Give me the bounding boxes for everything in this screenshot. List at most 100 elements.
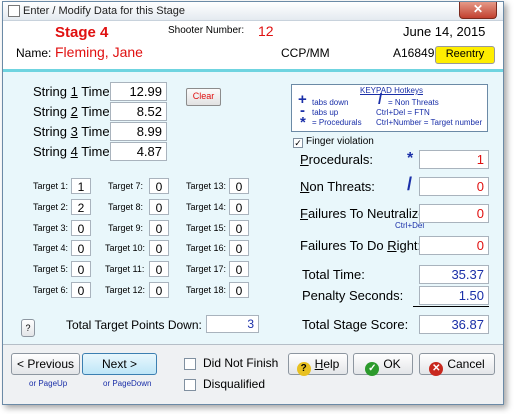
target-label: Target 3: bbox=[33, 223, 69, 233]
close-button[interactable]: ✕ bbox=[459, 2, 497, 19]
target-input[interactable]: 0 bbox=[71, 282, 91, 298]
ftdr-label: Failures To Do Right: bbox=[300, 238, 422, 253]
target-label: Target 2: bbox=[33, 202, 69, 212]
ctrl-del-desc: Ctrl+Del = FTN bbox=[376, 108, 430, 117]
target-input[interactable]: 0 bbox=[149, 178, 169, 194]
shooter-name: Fleming, Jane bbox=[55, 44, 143, 60]
non-threats-key-icon: / bbox=[407, 174, 413, 194]
target-label: Target 4: bbox=[33, 243, 69, 253]
string-1-label: String 1 Time: bbox=[33, 84, 114, 99]
ftn-input[interactable]: 0 bbox=[419, 204, 489, 223]
ftdr-input[interactable]: 0 bbox=[419, 236, 489, 255]
total-stage-score-label: Total Stage Score: bbox=[302, 317, 409, 332]
string-3-time-input[interactable]: 8.99 bbox=[110, 122, 167, 141]
target-label: Target 6: bbox=[33, 285, 69, 295]
cancel-icon: ✕ bbox=[429, 362, 444, 376]
target-label: Target 18: bbox=[186, 285, 227, 295]
clear-button[interactable]: Clear bbox=[186, 88, 221, 106]
string-2-time-input[interactable]: 8.52 bbox=[110, 102, 167, 121]
finger-violation-checkbox[interactable]: ✓ bbox=[293, 138, 303, 148]
penalty-seconds-label: Penalty Seconds: bbox=[302, 288, 404, 303]
procedurals-label: Procedurals: bbox=[300, 152, 373, 167]
disqualified-checkbox[interactable] bbox=[184, 379, 196, 391]
total-time-value: 35.37 bbox=[419, 265, 489, 284]
target-input[interactable]: 2 bbox=[71, 199, 91, 215]
target-label: Target 8: bbox=[108, 202, 144, 212]
target-label: Target 7: bbox=[108, 181, 144, 191]
target-input[interactable]: 0 bbox=[149, 199, 169, 215]
next-hint: or PageDown bbox=[103, 379, 152, 388]
target-label: Target 17: bbox=[186, 264, 227, 274]
app-icon bbox=[8, 5, 20, 17]
slash-key-icon: / bbox=[378, 91, 383, 108]
string-3-label: String 3 Time: bbox=[33, 124, 114, 139]
help-small-button[interactable]: ? bbox=[21, 319, 35, 337]
string-4-label: String 4 Time: bbox=[33, 144, 114, 159]
previous-button[interactable]: < Previous bbox=[11, 353, 80, 375]
target-input[interactable]: 0 bbox=[229, 199, 249, 215]
total-time-label: Total Time: bbox=[302, 267, 365, 282]
window-title: Enter / Modify Data for this Stage bbox=[23, 5, 186, 17]
reentry-button[interactable]: Reentry bbox=[435, 46, 495, 64]
shooter-number-label: Shooter Number: bbox=[168, 25, 245, 36]
procedurals-input[interactable]: 1 bbox=[419, 150, 489, 169]
total-target-points-label: Total Target Points Down: bbox=[66, 318, 202, 332]
slash-desc: = Non Threats bbox=[388, 98, 439, 107]
match-date: June 14, 2015 bbox=[403, 24, 486, 39]
target-input[interactable]: 0 bbox=[149, 240, 169, 256]
plus-desc: tabs down bbox=[312, 98, 349, 107]
target-label: Target 11: bbox=[105, 264, 145, 274]
target-label: Target 9: bbox=[108, 223, 144, 233]
target-label: Target 10: bbox=[105, 243, 146, 253]
string-2-label: String 2 Time: bbox=[33, 104, 114, 119]
string-1-time-input[interactable]: 12.99 bbox=[110, 82, 167, 101]
string-4-time-input[interactable]: 4.87 bbox=[110, 142, 167, 161]
target-input[interactable]: 0 bbox=[71, 220, 91, 236]
shooter-header: Stage 4 Shooter Number: 12 June 14, 2015… bbox=[3, 21, 503, 69]
finger-violation-label: Finger violation bbox=[306, 136, 374, 147]
ok-button[interactable]: ✓ OK bbox=[353, 353, 413, 376]
target-input[interactable]: 0 bbox=[229, 178, 249, 194]
target-input[interactable]: 0 bbox=[149, 282, 169, 298]
previous-hint: or PageUp bbox=[29, 379, 68, 388]
target-label: Target 13: bbox=[186, 181, 227, 191]
target-input[interactable]: 0 bbox=[229, 220, 249, 236]
help-button[interactable]: ? Help bbox=[288, 353, 348, 376]
stage-title: Stage 4 bbox=[55, 24, 109, 41]
member-id: A16849 bbox=[393, 46, 435, 60]
totals-divider bbox=[413, 306, 489, 307]
target-input[interactable]: 1 bbox=[71, 178, 91, 194]
target-input[interactable]: 0 bbox=[229, 282, 249, 298]
target-input[interactable]: 0 bbox=[149, 220, 169, 236]
target-input[interactable]: 0 bbox=[149, 261, 169, 277]
ftn-label: Failures To Neutralize: bbox=[300, 206, 430, 221]
target-input[interactable]: 0 bbox=[229, 261, 249, 277]
keypad-title: KEYPAD Hotkeys bbox=[360, 86, 423, 95]
stage-data-window: Enter / Modify Data for this Stage ✕ Sta… bbox=[2, 1, 504, 405]
ctrl-number-desc: Ctrl+Number = Target number bbox=[376, 118, 483, 127]
name-label: Name: bbox=[16, 46, 52, 60]
minus-desc: tabs up bbox=[312, 108, 339, 117]
did-not-finish-label: Did Not Finish bbox=[203, 356, 279, 370]
cancel-button[interactable]: ✕ Cancel bbox=[419, 353, 495, 376]
total-stage-score-value: 36.87 bbox=[419, 315, 489, 334]
target-input[interactable]: 0 bbox=[71, 261, 91, 277]
keypad-hotkeys-panel: KEYPAD Hotkeys + tabs down - tabs up * =… bbox=[291, 84, 488, 132]
target-input[interactable]: 0 bbox=[229, 240, 249, 256]
close-icon: ✕ bbox=[472, 2, 484, 16]
target-label: Target 15: bbox=[186, 223, 227, 233]
did-not-finish-checkbox[interactable] bbox=[184, 358, 196, 370]
title-bar: Enter / Modify Data for this Stage ✕ bbox=[3, 2, 503, 21]
total-target-points-value: 3 bbox=[206, 315, 259, 333]
target-input[interactable]: 0 bbox=[71, 240, 91, 256]
disqualified-label: Disqualified bbox=[203, 377, 266, 391]
non-threats-input[interactable]: 0 bbox=[419, 177, 489, 196]
next-button[interactable]: Next > bbox=[82, 353, 157, 375]
star-key-icon: * bbox=[300, 114, 306, 131]
target-label: Target 16: bbox=[186, 243, 227, 253]
help-icon: ? bbox=[296, 362, 311, 376]
non-threats-label: Non Threats: bbox=[300, 179, 375, 194]
star-desc: = Procedurals bbox=[312, 118, 362, 127]
checkmark-icon: ✓ bbox=[365, 362, 380, 376]
penalty-seconds-value: 1.50 bbox=[419, 286, 489, 305]
